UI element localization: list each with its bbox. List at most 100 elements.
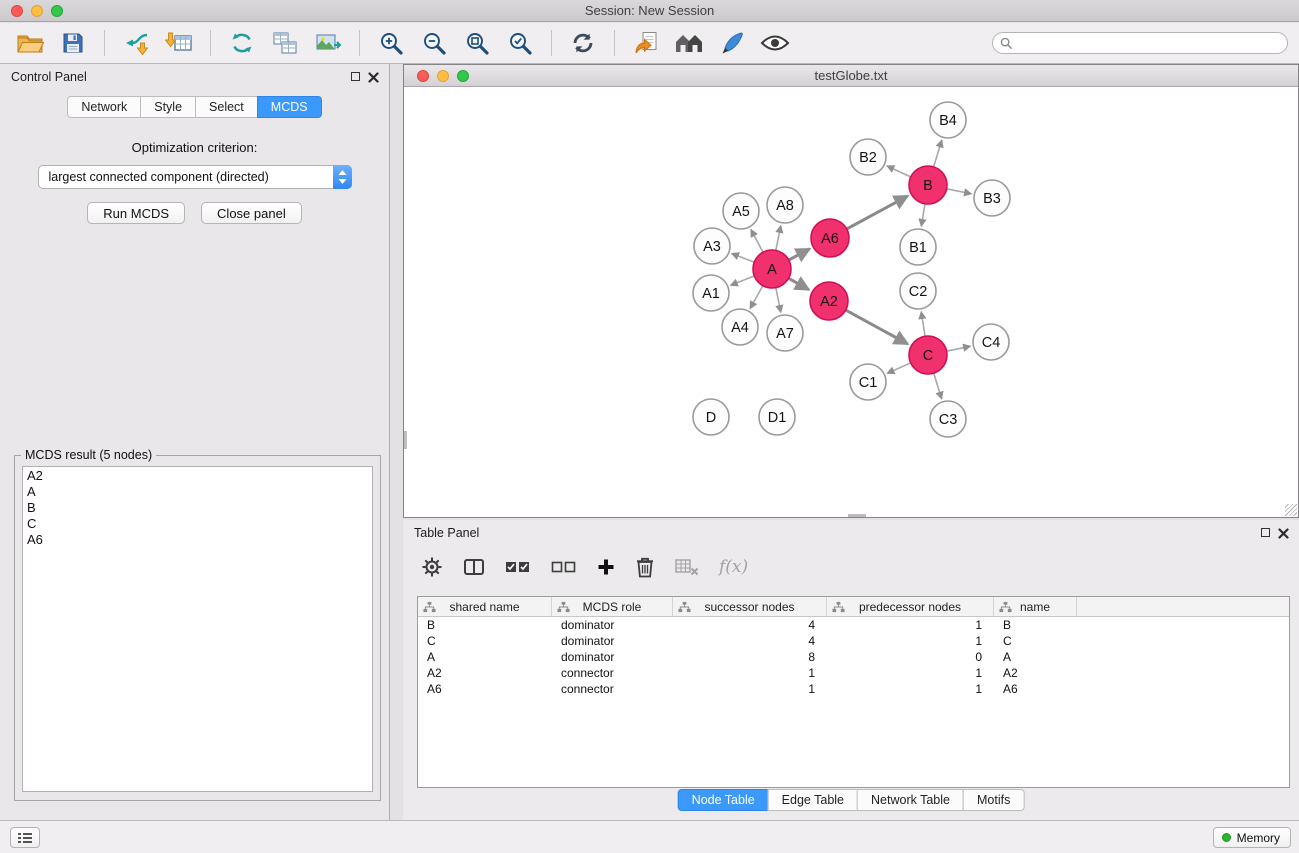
edge-A-A3[interactable] [732, 254, 755, 263]
node-C2[interactable]: C2 [900, 273, 936, 309]
node-B2[interactable]: B2 [850, 139, 886, 175]
zoom-fit-icon[interactable] [460, 27, 494, 59]
edge-A-A6[interactable] [789, 249, 810, 260]
table-float-panel-icon[interactable] [1261, 528, 1270, 537]
node-B3[interactable]: B3 [974, 180, 1010, 216]
tab-network-table[interactable]: Network Table [857, 789, 964, 811]
horizontal-scrollbar-thumb[interactable] [848, 514, 866, 517]
edge-A-A5[interactable] [751, 230, 763, 253]
column-header-shared-name[interactable]: shared name [418, 597, 552, 616]
gear-icon[interactable] [421, 556, 443, 578]
edge-B-B4[interactable] [934, 140, 942, 167]
node-B4[interactable]: B4 [930, 102, 966, 138]
table-row[interactable]: Cdominator41C [418, 633, 1289, 649]
columns-icon[interactable] [463, 556, 485, 578]
zoom-in-icon[interactable] [374, 27, 408, 59]
zoom-out-icon[interactable] [417, 27, 451, 59]
node-A8[interactable]: A8 [767, 187, 803, 223]
tab-select[interactable]: Select [195, 96, 258, 118]
edge-A-A2[interactable] [789, 278, 809, 289]
table-row[interactable]: A6connector11A6 [418, 681, 1289, 697]
tab-mcds[interactable]: MCDS [257, 96, 322, 118]
node-A2[interactable]: A2 [810, 282, 848, 320]
node-A1[interactable]: A1 [693, 275, 729, 311]
import-table-icon[interactable] [162, 27, 196, 59]
node-C[interactable]: C [909, 336, 947, 374]
deselect-all-icon[interactable] [551, 559, 577, 575]
column-header-predecessor-nodes[interactable]: predecessor nodes [827, 597, 994, 616]
network-close-button[interactable] [417, 70, 429, 82]
column-header-name[interactable]: name [994, 597, 1077, 616]
network-minimize-button[interactable] [437, 70, 449, 82]
mcds-result-item[interactable]: B [23, 500, 372, 516]
network-zoom-button[interactable] [457, 70, 469, 82]
clone-network-icon[interactable] [268, 27, 302, 59]
edge-B-B1[interactable] [921, 204, 925, 227]
node-B[interactable]: B [909, 166, 947, 204]
search-input[interactable] [1018, 36, 1268, 50]
table-row[interactable]: A2connector11A2 [418, 665, 1289, 681]
session-doc-icon[interactable] [629, 27, 663, 59]
edge-C-C3[interactable] [934, 373, 942, 399]
criterion-dropdown[interactable]: largest connected component (directed) [38, 165, 352, 189]
task-history-button[interactable] [10, 827, 40, 848]
edge-A-A1[interactable] [731, 276, 755, 285]
node-D1[interactable]: D1 [759, 399, 795, 435]
edge-C-C4[interactable] [947, 346, 971, 351]
memory-button[interactable]: Memory [1213, 827, 1291, 848]
vertical-scrollbar-thumb[interactable] [404, 431, 407, 449]
table-row[interactable]: Bdominator41B [418, 617, 1289, 633]
tab-style[interactable]: Style [140, 96, 196, 118]
minimize-window-button[interactable] [31, 5, 43, 17]
eye-icon[interactable] [758, 27, 792, 59]
import-network-icon[interactable] [119, 27, 153, 59]
open-session-icon[interactable] [13, 27, 47, 59]
mcds-result-item[interactable]: C [23, 516, 372, 532]
mcds-result-item[interactable]: A6 [23, 532, 372, 548]
edge-C-C1[interactable] [887, 363, 911, 374]
mcds-result-item[interactable]: A [23, 484, 372, 500]
trash-icon[interactable] [635, 556, 655, 578]
node-A[interactable]: A [753, 250, 791, 288]
tab-node-table[interactable]: Node Table [678, 789, 769, 811]
export-image-icon[interactable] [311, 27, 345, 59]
edge-B-B3[interactable] [947, 189, 972, 194]
node-A7[interactable]: A7 [767, 315, 803, 351]
save-session-icon[interactable] [56, 27, 90, 59]
close-panel-button[interactable]: Close panel [201, 202, 302, 224]
node-C4[interactable]: C4 [973, 324, 1009, 360]
tab-edge-table[interactable]: Edge Table [768, 789, 858, 811]
column-header-successor-nodes[interactable]: successor nodes [673, 597, 827, 616]
tab-network[interactable]: Network [67, 96, 141, 118]
edge-C-C2[interactable] [921, 312, 925, 337]
close-panel-icon[interactable] [368, 71, 379, 86]
edge-A-A4[interactable] [750, 286, 763, 309]
add-column-icon[interactable] [597, 558, 615, 576]
edge-B-B2[interactable] [887, 166, 911, 177]
node-A4[interactable]: A4 [722, 309, 758, 345]
network-merge-icon[interactable] [225, 27, 259, 59]
node-C1[interactable]: C1 [850, 364, 886, 400]
brush-icon[interactable] [715, 27, 749, 59]
select-all-icon[interactable] [505, 559, 531, 575]
table-close-panel-icon[interactable] [1278, 527, 1289, 542]
node-C3[interactable]: C3 [930, 401, 966, 437]
node-A3[interactable]: A3 [694, 228, 730, 264]
column-header-mcds-role[interactable]: MCDS role [552, 597, 673, 616]
search-field[interactable] [992, 32, 1288, 54]
mcds-result-item[interactable]: A2 [23, 468, 372, 484]
resize-grip[interactable] [1285, 504, 1297, 516]
network-canvas[interactable]: A A1 A2 A3 A4 A5 A6 A7 A8 B B1 B2 B3 B4 C C1 C2 C3 C4 D D1 [404, 88, 1298, 517]
zoom-selected-icon[interactable] [503, 27, 537, 59]
edge-A6-B[interactable] [847, 196, 908, 229]
node-D[interactable]: D [693, 399, 729, 435]
node-A5[interactable]: A5 [723, 193, 759, 229]
node-A6[interactable]: A6 [811, 219, 849, 257]
tab-motifs[interactable]: Motifs [963, 789, 1024, 811]
zoom-window-button[interactable] [51, 5, 63, 17]
edge-A-A7[interactable] [776, 288, 781, 313]
houses-icon[interactable] [672, 27, 706, 59]
run-mcds-button[interactable]: Run MCDS [87, 202, 185, 224]
node-B1[interactable]: B1 [900, 229, 936, 265]
edge-A-A8[interactable] [776, 226, 781, 251]
